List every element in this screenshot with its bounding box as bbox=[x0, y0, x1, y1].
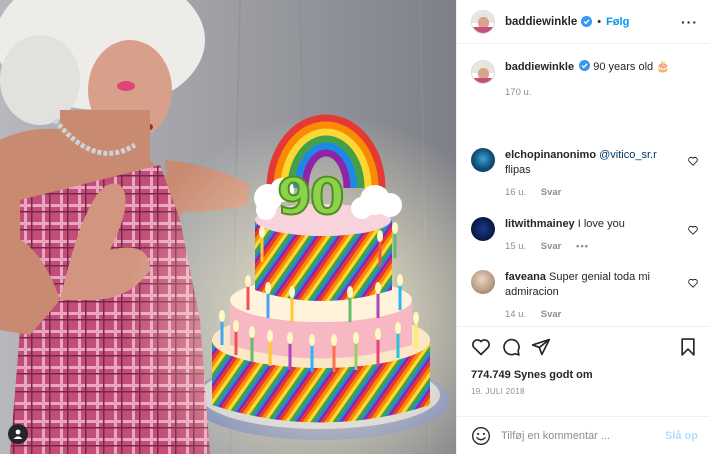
more-options-icon[interactable]: ··· bbox=[681, 15, 698, 29]
post-header: baddiewinkle • Følg ··· bbox=[457, 0, 710, 44]
birthday-cake-scene bbox=[0, 0, 456, 454]
share-icon[interactable] bbox=[531, 337, 551, 357]
caption-time[interactable]: 170 u. bbox=[505, 87, 531, 98]
comment-time[interactable]: 16 u. bbox=[505, 187, 526, 198]
comment-time[interactable]: 15 u. bbox=[505, 241, 526, 252]
reply-button[interactable]: Svar bbox=[541, 187, 562, 198]
comments-list[interactable]: baddiewinkle 90 years old 🎂 170 u. elcho… bbox=[457, 44, 710, 326]
post-photo[interactable]: 90 bbox=[0, 0, 456, 454]
reply-button[interactable]: Svar bbox=[541, 309, 562, 320]
heart-icon[interactable] bbox=[688, 278, 698, 288]
post-side-panel: baddiewinkle • Følg ··· baddiewinkle 90 … bbox=[456, 0, 710, 454]
comment-time[interactable]: 14 u. bbox=[505, 309, 526, 320]
heart-icon[interactable] bbox=[688, 156, 698, 166]
user-tag-button[interactable] bbox=[8, 424, 28, 444]
comment-item: faveana Super genial toda mi admiracion … bbox=[471, 270, 698, 320]
comment-item: elchopinanonimo @vitico_sr.r flipas 16 u… bbox=[471, 148, 698, 198]
user-tag-icon bbox=[13, 429, 23, 439]
post-date[interactable]: 19. JULI 2018 bbox=[471, 387, 698, 396]
bookmark-icon[interactable] bbox=[678, 337, 698, 357]
comment-text: I love you bbox=[577, 218, 625, 230]
verified-badge-icon bbox=[579, 60, 591, 71]
commenter-avatar[interactable] bbox=[471, 148, 495, 172]
verified-badge-icon bbox=[581, 16, 593, 27]
commenter-avatar[interactable] bbox=[471, 217, 495, 241]
reply-button[interactable]: Svar bbox=[541, 241, 562, 252]
author-avatar[interactable] bbox=[471, 9, 495, 34]
commenter-avatar[interactable] bbox=[471, 270, 495, 294]
separator-dot: • bbox=[597, 15, 602, 28]
comment-input[interactable] bbox=[501, 429, 665, 442]
follow-button[interactable]: Følg bbox=[606, 16, 629, 28]
post-actions: 774.749 Synes godt om 19. JULI 2018 bbox=[457, 326, 710, 416]
caption-avatar[interactable] bbox=[471, 60, 495, 84]
instagram-post: 90 baddiewinkle • Følg ··· baddiewinkle … bbox=[0, 0, 710, 454]
post-caption: baddiewinkle 90 years old 🎂 170 u. bbox=[471, 60, 698, 98]
caption-text: 90 years old 🎂 bbox=[593, 61, 670, 73]
add-comment-bar: Slå op bbox=[457, 416, 710, 454]
heart-icon[interactable] bbox=[471, 337, 491, 357]
emoji-icon[interactable] bbox=[471, 426, 491, 446]
like-count[interactable]: 774.749 Synes godt om bbox=[471, 369, 698, 381]
post-comment-button[interactable]: Slå op bbox=[665, 430, 698, 442]
comment-text: flipas bbox=[505, 164, 531, 176]
caption-username[interactable]: baddiewinkle bbox=[505, 61, 574, 73]
comment-item: litwithmainey I love you 15 u. Svar ••• bbox=[471, 217, 698, 252]
comment-icon[interactable] bbox=[501, 337, 521, 357]
heart-icon[interactable] bbox=[688, 225, 698, 235]
comment-options-icon[interactable]: ••• bbox=[576, 241, 589, 252]
comment-mention[interactable]: @vitico_sr.r bbox=[599, 149, 657, 161]
comment-username[interactable]: litwithmainey bbox=[505, 218, 575, 230]
author-username[interactable]: baddiewinkle bbox=[505, 16, 577, 28]
comment-username[interactable]: elchopinanonimo bbox=[505, 149, 596, 161]
cake-number: 90 bbox=[276, 167, 346, 227]
comment-username[interactable]: faveana bbox=[505, 271, 546, 283]
